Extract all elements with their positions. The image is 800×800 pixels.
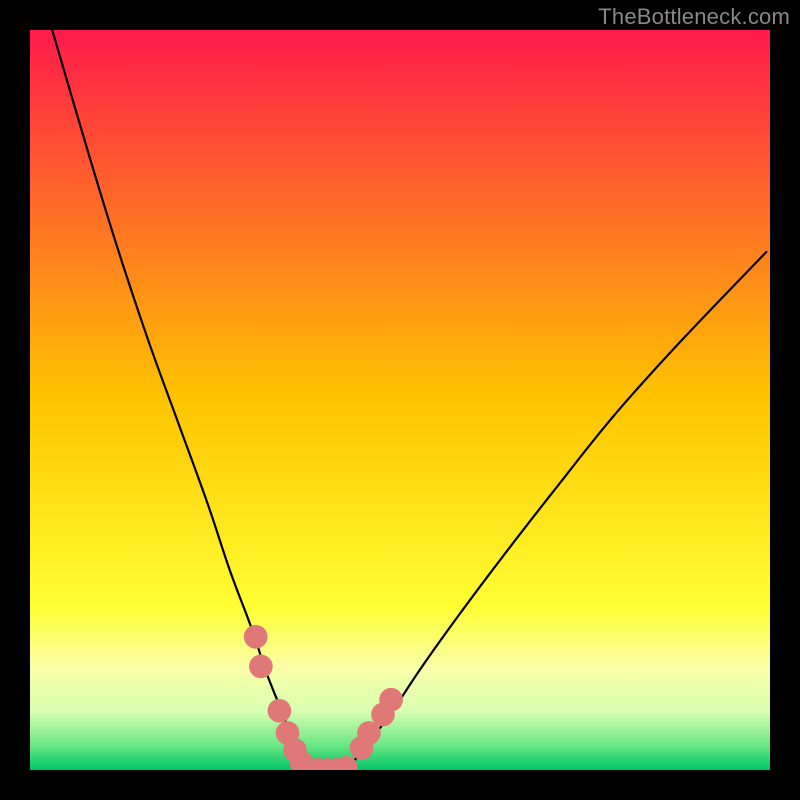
chart-svg <box>30 30 770 770</box>
marker-point <box>268 699 292 723</box>
marker-point <box>379 688 403 712</box>
gradient-background <box>30 30 770 770</box>
marker-point <box>244 625 268 649</box>
chart-frame: TheBottleneck.com <box>0 0 800 800</box>
watermark-text: TheBottleneck.com <box>598 4 790 30</box>
plot-area <box>30 30 770 770</box>
marker-point <box>249 655 273 679</box>
